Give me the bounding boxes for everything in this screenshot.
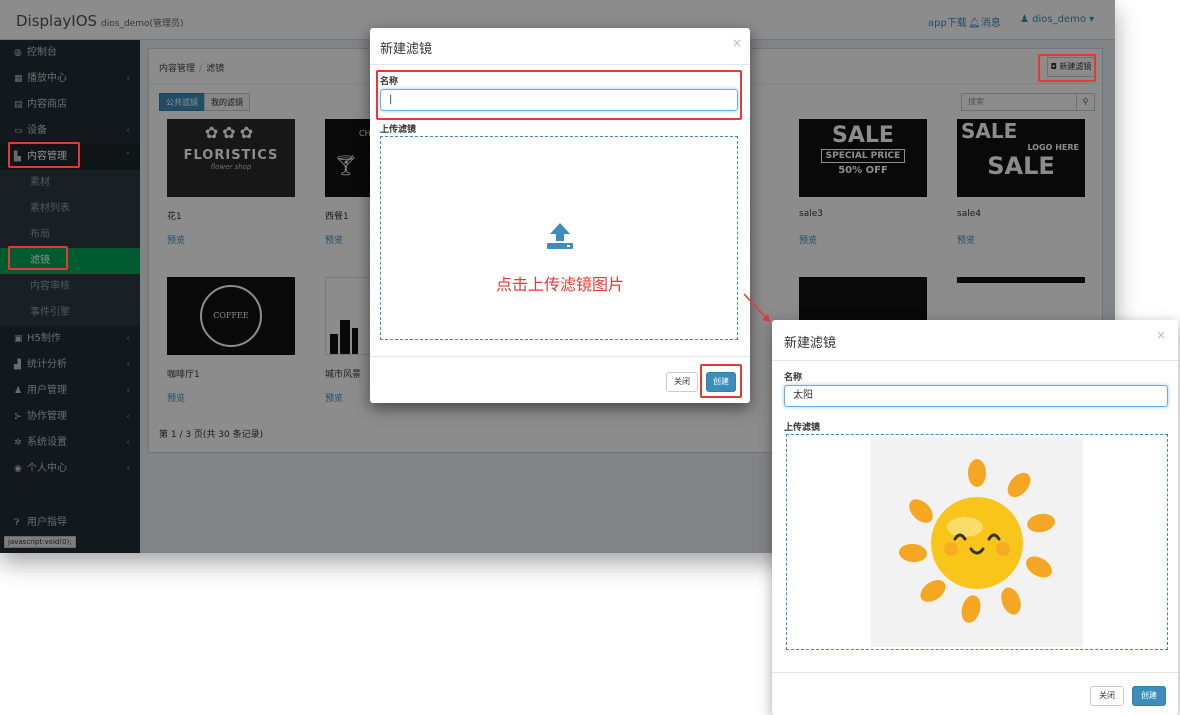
modal-title: 新建滤镜 [784,336,837,351]
upload-dropzone[interactable] [786,434,1168,650]
highlight-create-button [700,364,742,398]
highlight-content-management [8,142,80,168]
name-input[interactable]: 太阳 [784,385,1168,407]
close-button[interactable]: 关闭 [1090,686,1124,706]
upload-label: 上传滤镜 [784,423,821,433]
divider [772,360,1178,361]
new-filter-modal-filled: 新建滤镜 × 名称 太阳 上传滤镜 关闭 创建 [772,320,1178,715]
upload-label: 上传滤镜 [380,125,417,135]
new-filter-modal: 新建滤镜 × 名称 | 上传滤镜 点击上传滤镜图片 关闭 创建 [370,28,750,403]
close-button[interactable]: 关闭 [666,372,698,392]
create-button[interactable]: 创建 [1132,686,1166,706]
name-label: 名称 [784,373,803,383]
upload-dropzone[interactable]: 点击上传滤镜图片 [380,136,738,340]
highlight-name-field [376,70,742,120]
modal-title: 新建滤镜 [380,42,433,57]
upload-icon [547,223,573,249]
divider [370,356,750,357]
highlight-filter-item [8,246,68,270]
close-icon[interactable]: × [732,36,742,50]
upload-hint: 点击上传滤镜图片 [495,275,624,294]
sun-icon [899,459,1055,623]
divider [772,672,1178,673]
close-icon[interactable]: × [1156,328,1166,342]
highlight-new-filter-button [1038,54,1096,82]
divider [370,64,750,65]
uploaded-image [871,437,1083,647]
